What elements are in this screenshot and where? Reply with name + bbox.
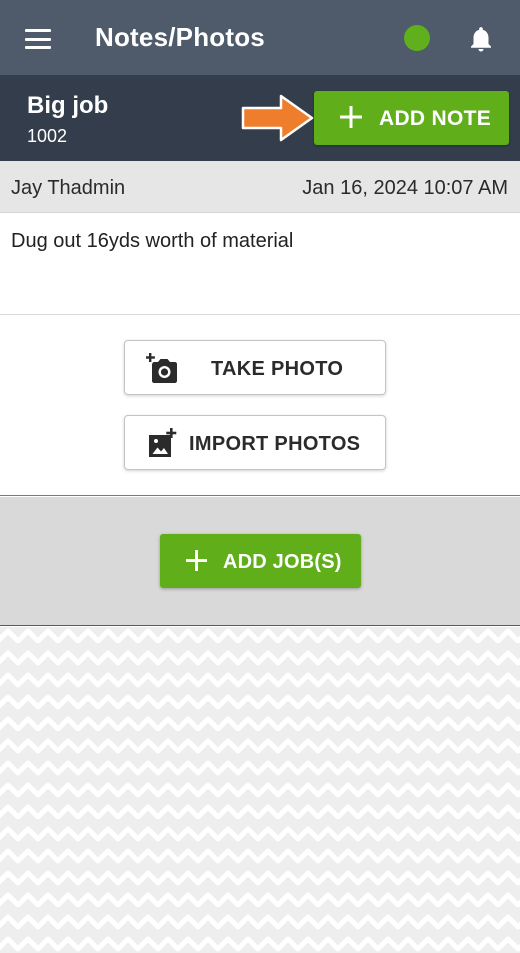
bell-icon[interactable] xyxy=(466,22,496,56)
arrow-right-icon xyxy=(241,94,314,142)
take-photo-label: TAKE PHOTO xyxy=(211,358,344,380)
add-image-icon xyxy=(149,428,177,457)
add-jobs-button[interactable]: ADD JOB(S) xyxy=(160,534,361,588)
background-pattern xyxy=(0,627,520,953)
add-note-label: ADD NOTE xyxy=(379,107,492,130)
status-indicator xyxy=(404,25,430,51)
add-jobs-label: ADD JOB(S) xyxy=(223,551,342,573)
page-title: Notes/Photos xyxy=(95,22,265,52)
take-photo-button[interactable]: TAKE PHOTO xyxy=(124,340,386,395)
import-photos-button[interactable]: IMPORT PHOTOS xyxy=(124,415,386,470)
note-author: Jay Thadmin xyxy=(11,177,126,199)
plus-icon xyxy=(186,550,207,571)
note-text: Dug out 16yds worth of material xyxy=(11,230,294,252)
add-note-button[interactable]: ADD NOTE xyxy=(314,91,509,145)
job-title: Big job xyxy=(27,92,109,119)
import-photos-label: IMPORT PHOTOS xyxy=(189,433,361,455)
job-number: 1002 xyxy=(27,126,68,146)
note-date: Jan 16, 2024 10:07 AM xyxy=(302,177,508,199)
add-camera-icon xyxy=(146,353,177,383)
menu-icon[interactable] xyxy=(25,29,51,49)
plus-icon xyxy=(340,106,362,128)
